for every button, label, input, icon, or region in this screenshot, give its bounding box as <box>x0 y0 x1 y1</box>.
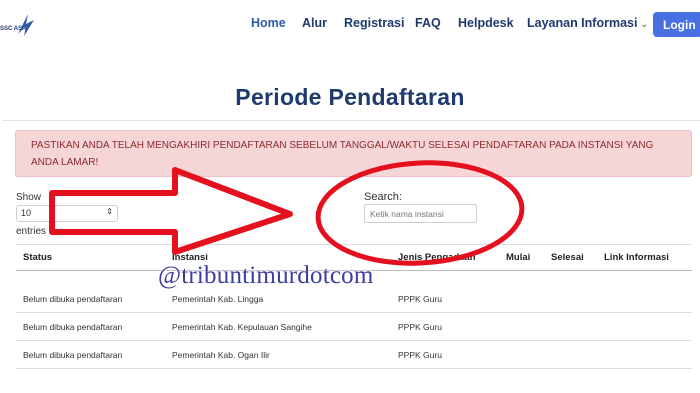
show-label: Show <box>16 192 42 203</box>
entries-label: entries <box>16 226 47 237</box>
nav-faq[interactable]: FAQ <box>415 16 441 30</box>
row-status: Belum dibuka pendaftaran <box>23 350 123 360</box>
row-divider <box>16 340 692 341</box>
nav-alur[interactable]: Alur <box>302 16 327 30</box>
logo-emblem-icon <box>18 14 34 36</box>
row-status: Belum dibuka pendaftaran <box>23 294 123 304</box>
entries-select-value: 10 <box>21 208 32 218</box>
select-updown-icon: ⇕ <box>106 207 113 216</box>
search-input[interactable] <box>364 204 477 223</box>
nav-layanan-informasi[interactable]: Layanan Informasi ⌄ <box>527 16 648 30</box>
row-jenis: PPPK Guru <box>398 322 442 332</box>
row-instansi: Pemerintah Kab. Lingga <box>172 294 264 304</box>
row-divider <box>16 312 692 313</box>
entries-select[interactable]: 10 ⇕ <box>16 205 118 222</box>
ssc-asn-logo[interactable]: SSC ASN <box>0 10 48 38</box>
nav-helpdesk[interactable]: Helpdesk <box>458 16 514 30</box>
top-navbar: SSC ASN Home Alur Registrasi FAQ Helpdes… <box>0 0 700 48</box>
chevron-down-icon: ⌄ <box>640 19 648 29</box>
warning-alert: PASTIKAN ANDA TELAH MENGAKHIRI PENDAFTAR… <box>15 130 692 177</box>
page-title: Periode Pendaftaran <box>235 84 465 110</box>
search-label: Search: <box>364 191 402 203</box>
nav-registrasi[interactable]: Registrasi <box>344 16 404 30</box>
row-instansi: Pemerintah Kab. Ogan Ilir <box>172 350 270 360</box>
row-jenis: PPPK Guru <box>398 294 442 304</box>
nav-layanan-label: Layanan Informasi <box>527 16 638 30</box>
col-header-jenis[interactable]: Jenis Pengadaan <box>398 252 476 263</box>
row-status: Belum dibuka pendaftaran <box>23 322 123 332</box>
nav-home[interactable]: Home <box>251 16 286 30</box>
col-header-selesai[interactable]: Selesai <box>551 252 584 263</box>
row-instansi: Pemerintah Kab. Kepulauan Sangihe <box>172 322 312 332</box>
col-header-mulai[interactable]: Mulai <box>506 252 530 263</box>
login-button[interactable]: Login <box>653 12 700 37</box>
col-header-link-informasi[interactable]: Link Informasi <box>604 252 669 263</box>
watermark-text: @tribuntimurdotcom <box>158 262 374 289</box>
table-top-border <box>16 244 692 245</box>
row-jenis: PPPK Guru <box>398 350 442 360</box>
row-divider <box>16 368 692 369</box>
col-header-status[interactable]: Status <box>23 252 52 263</box>
